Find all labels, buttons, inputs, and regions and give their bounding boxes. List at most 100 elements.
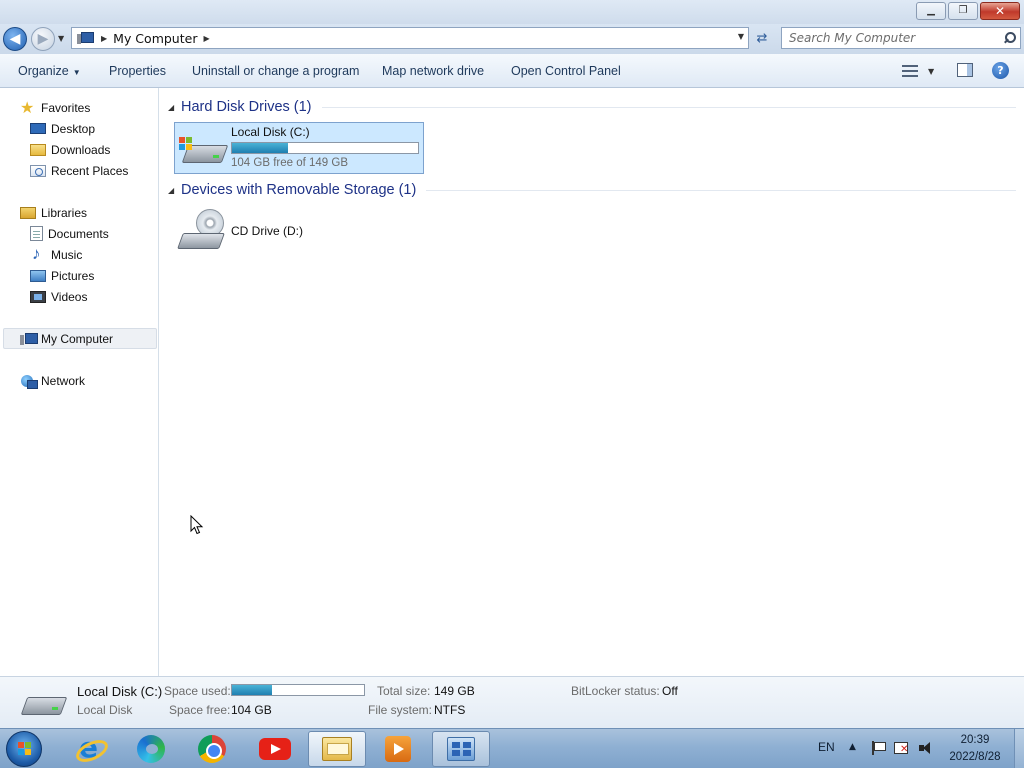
nav-my-computer[interactable]: My Computer — [3, 328, 157, 349]
taskbar-windows-explorer[interactable] — [308, 731, 366, 767]
space-free-label: Space free: — [169, 703, 231, 717]
close-button[interactable]: ✕ — [980, 2, 1020, 20]
breadcrumb-separator-icon[interactable]: ▶ — [101, 34, 107, 43]
nav-videos[interactable]: Videos — [30, 286, 87, 307]
taskbar-youtube[interactable] — [246, 731, 304, 767]
nav-videos-label: Videos — [51, 289, 88, 304]
total-size-label: Total size: — [377, 684, 431, 698]
network-icon — [20, 374, 38, 389]
search-icon[interactable] — [1003, 32, 1016, 44]
taskbar-media-player[interactable] — [369, 731, 427, 767]
total-size-value: 149 GB — [434, 684, 475, 698]
videos-icon — [30, 290, 46, 303]
view-options-dropdown-icon[interactable]: ▼ — [928, 67, 934, 76]
breadcrumb-my-computer[interactable]: My Computer — [113, 31, 197, 46]
windows-logo-icon — [18, 742, 32, 756]
minimize-button[interactable]: ▁ — [916, 2, 946, 20]
address-bar[interactable]: ▶ My Computer ▶ ▼ — [71, 27, 749, 49]
clock-date[interactable]: 2022/8/28 — [940, 751, 1010, 763]
documents-icon — [30, 226, 43, 241]
downloads-folder-icon — [30, 143, 46, 156]
back-button[interactable]: ◀ — [3, 27, 27, 51]
removable-storage-group-title: Devices with Removable Storage (1) — [181, 182, 417, 198]
organize-label: Organize — [18, 64, 69, 78]
file-system-label: File system: — [368, 703, 433, 717]
windows-logo-icon — [179, 137, 193, 151]
preview-pane-icon[interactable] — [957, 63, 973, 77]
language-indicator[interactable]: EN — [818, 740, 835, 754]
file-system-value: NTFS — [434, 703, 466, 717]
uninstall-program-button[interactable]: Uninstall or change a program — [192, 64, 359, 78]
computer-icon — [77, 32, 94, 44]
hard-drive-icon — [18, 689, 68, 721]
organize-button[interactable]: Organize ▼ — [18, 64, 81, 78]
search-input[interactable] — [782, 28, 1003, 48]
folder-icon — [322, 737, 352, 761]
taskbar: EN ▲ 20:39 2022/8/28 — [0, 728, 1024, 768]
bitlocker-value: Off — [662, 684, 678, 698]
arrow-left-icon: ◀ — [9, 31, 21, 47]
music-note-icon — [30, 244, 46, 264]
help-icon[interactable]: ? — [992, 62, 1009, 79]
control-panel-icon — [447, 737, 475, 761]
taskbar-chrome[interactable] — [183, 731, 241, 767]
window-controls: ▁ ❐ ✕ — [916, 2, 1020, 20]
computer-icon — [20, 332, 38, 346]
nav-recent-places[interactable]: Recent Places — [30, 160, 128, 181]
action-center-flag-icon[interactable] — [870, 741, 886, 755]
collapse-triangle-icon[interactable]: ◢ — [168, 186, 181, 195]
arrow-right-icon: ▶ — [37, 31, 49, 47]
collapse-triangle-icon[interactable]: ◢ — [168, 103, 181, 112]
nav-favorites[interactable]: Favorites — [20, 97, 90, 118]
nav-pictures-label: Pictures — [51, 268, 95, 283]
nav-downloads[interactable]: Downloads — [30, 139, 110, 160]
mouse-pointer-icon — [190, 515, 204, 535]
edge-icon — [137, 735, 165, 763]
show-desktop-button[interactable] — [1014, 729, 1024, 768]
properties-button[interactable]: Properties — [109, 64, 166, 78]
cd-drive-icon — [177, 209, 226, 255]
volume-icon[interactable] — [918, 741, 934, 755]
refresh-button[interactable]: ⇄ — [751, 27, 773, 49]
nav-desktop[interactable]: Desktop — [30, 118, 95, 139]
clock-time[interactable]: 20:39 — [940, 734, 1010, 746]
search-box[interactable] — [781, 27, 1021, 49]
taskbar-control-panel[interactable] — [432, 731, 490, 767]
open-control-panel-button[interactable]: Open Control Panel — [511, 64, 621, 78]
desktop-icon — [30, 123, 46, 134]
title-bar: ▁ ❐ ✕ — [0, 0, 1024, 24]
nav-documents-label: Documents — [48, 226, 109, 241]
removable-storage-group-header[interactable]: ◢ Devices with Removable Storage (1) — [168, 180, 1016, 200]
cd-drive-name: CD Drive (D:) — [231, 224, 303, 238]
nav-libraries[interactable]: Libraries — [20, 202, 87, 223]
hard-disk-group-header[interactable]: ◢ Hard Disk Drives (1) — [168, 97, 1016, 117]
taskbar-edge[interactable] — [122, 731, 180, 767]
details-usage-bar-fill — [232, 685, 272, 695]
details-subtitle: Local Disk — [77, 703, 133, 717]
change-view-icon[interactable] — [902, 64, 918, 78]
details-usage-bar — [231, 684, 365, 696]
taskbar-internet-explorer[interactable] — [60, 731, 118, 767]
start-button[interactable] — [6, 731, 42, 767]
nav-my-computer-label: My Computer — [41, 331, 114, 346]
group-divider — [426, 189, 1016, 191]
forward-button[interactable]: ▶ — [31, 27, 55, 51]
nav-network[interactable]: Network — [20, 370, 85, 391]
network-disconnected-icon[interactable] — [894, 741, 910, 755]
internet-explorer-icon — [75, 731, 103, 764]
address-history-dropdown-icon[interactable]: ▼ — [738, 32, 744, 41]
breadcrumb-separator-icon[interactable]: ▶ — [203, 34, 209, 43]
cd-drive-d-item[interactable]: CD Drive (D:) — [174, 205, 424, 257]
recent-pages-dropdown-icon[interactable]: ▼ — [58, 34, 64, 43]
nav-favorites-label: Favorites — [41, 100, 91, 115]
maximize-button[interactable]: ❐ — [948, 2, 978, 20]
nav-documents[interactable]: Documents — [30, 223, 109, 244]
show-hidden-icons-icon[interactable]: ▲ — [849, 742, 856, 752]
local-disk-free-space: 104 GB free of 149 GB — [231, 157, 348, 169]
nav-music[interactable]: Music — [30, 244, 82, 265]
libraries-icon — [20, 206, 36, 219]
local-disk-c-item[interactable]: Local Disk (C:) 104 GB free of 149 GB — [174, 122, 424, 174]
details-title: Local Disk (C:) — [77, 684, 163, 699]
map-network-drive-button[interactable]: Map network drive — [382, 64, 484, 78]
nav-pictures[interactable]: Pictures — [30, 265, 94, 286]
